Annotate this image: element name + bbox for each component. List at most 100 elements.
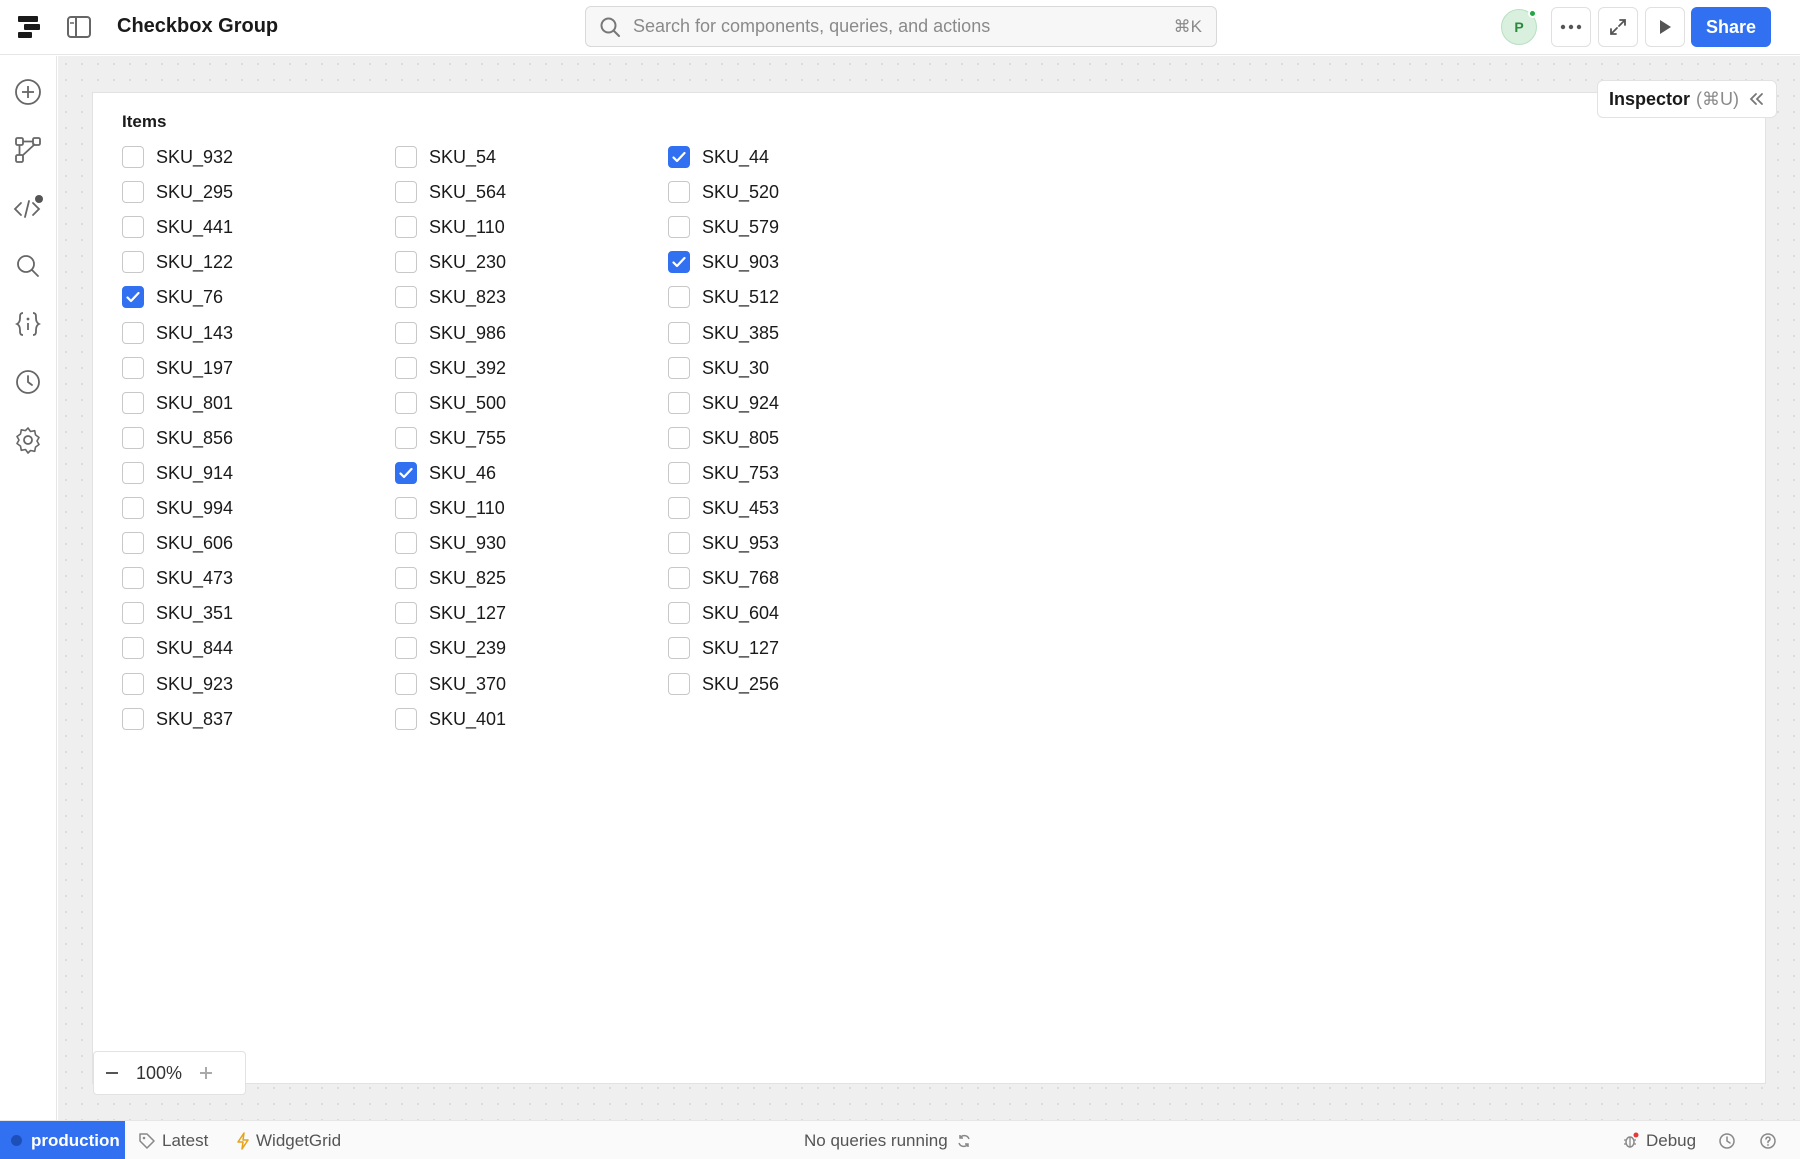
- checkbox-item[interactable]: SKU_76: [122, 284, 223, 310]
- checkbox-unchecked[interactable]: [122, 146, 144, 168]
- more-button[interactable]: [1551, 7, 1591, 47]
- checkbox-item[interactable]: SKU_30: [668, 355, 769, 381]
- workflow-button[interactable]: [13, 135, 43, 165]
- checkbox-item[interactable]: SKU_837: [122, 706, 233, 732]
- preview-button[interactable]: [1645, 7, 1685, 47]
- checkbox-item[interactable]: SKU_256: [668, 671, 779, 697]
- checkbox-unchecked[interactable]: [395, 427, 417, 449]
- history-status-button[interactable]: [1718, 1121, 1742, 1159]
- checkbox-unchecked[interactable]: [668, 567, 690, 589]
- zoom-out-button[interactable]: [94, 1055, 130, 1091]
- checkbox-item[interactable]: SKU_768: [668, 565, 779, 591]
- checkbox-unchecked[interactable]: [395, 216, 417, 238]
- checkbox-unchecked[interactable]: [122, 497, 144, 519]
- checkbox-item[interactable]: SKU_295: [122, 179, 233, 205]
- checkbox-item[interactable]: SKU_473: [122, 565, 233, 591]
- zoom-level[interactable]: 100%: [130, 1063, 188, 1084]
- app-logo-icon[interactable]: [16, 14, 44, 40]
- checkbox-unchecked[interactable]: [122, 637, 144, 659]
- checkbox-unchecked[interactable]: [395, 146, 417, 168]
- checkbox-unchecked[interactable]: [668, 532, 690, 554]
- checkbox-checked[interactable]: [668, 146, 690, 168]
- checkbox-item[interactable]: SKU_579: [668, 214, 779, 240]
- checkbox-item[interactable]: SKU_392: [395, 355, 506, 381]
- checkbox-item[interactable]: SKU_143: [122, 320, 233, 346]
- avatar[interactable]: P: [1501, 9, 1537, 45]
- checkbox-item[interactable]: SKU_930: [395, 530, 506, 556]
- checkbox-item[interactable]: SKU_564: [395, 179, 506, 205]
- checkbox-item[interactable]: SKU_825: [395, 565, 506, 591]
- checkbox-item[interactable]: SKU_122: [122, 249, 233, 275]
- search-bar[interactable]: Search for components, queries, and acti…: [585, 6, 1217, 47]
- share-button[interactable]: Share: [1691, 7, 1771, 47]
- checkbox-item[interactable]: SKU_239: [395, 635, 506, 661]
- checkbox-item[interactable]: SKU_500: [395, 390, 506, 416]
- checkbox-item[interactable]: SKU_604: [668, 600, 779, 626]
- checkbox-unchecked[interactable]: [668, 497, 690, 519]
- checkbox-unchecked[interactable]: [122, 462, 144, 484]
- checkbox-item[interactable]: SKU_924: [668, 390, 779, 416]
- checkbox-unchecked[interactable]: [395, 708, 417, 730]
- app-title[interactable]: Checkbox Group: [117, 15, 278, 38]
- checkbox-unchecked[interactable]: [122, 322, 144, 344]
- checkbox-item[interactable]: SKU_44: [668, 144, 769, 170]
- checkbox-item[interactable]: SKU_805: [668, 425, 779, 451]
- checkbox-unchecked[interactable]: [395, 602, 417, 624]
- checkbox-item[interactable]: SKU_127: [668, 635, 779, 661]
- checkbox-unchecked[interactable]: [122, 708, 144, 730]
- checkbox-item[interactable]: SKU_441: [122, 214, 233, 240]
- checkbox-unchecked[interactable]: [395, 637, 417, 659]
- checkbox-unchecked[interactable]: [668, 392, 690, 414]
- checkbox-item[interactable]: SKU_753: [668, 460, 779, 486]
- checkbox-item[interactable]: SKU_606: [122, 530, 233, 556]
- checkbox-checked[interactable]: [122, 286, 144, 308]
- checkbox-unchecked[interactable]: [668, 673, 690, 695]
- checkbox-item[interactable]: SKU_453: [668, 495, 779, 521]
- checkbox-item[interactable]: SKU_801: [122, 390, 233, 416]
- checkbox-unchecked[interactable]: [668, 602, 690, 624]
- checkbox-item[interactable]: SKU_914: [122, 460, 233, 486]
- checkbox-item[interactable]: SKU_401: [395, 706, 506, 732]
- checkbox-item[interactable]: SKU_755: [395, 425, 506, 451]
- checkbox-item[interactable]: SKU_370: [395, 671, 506, 697]
- checkbox-item[interactable]: SKU_351: [122, 600, 233, 626]
- checkbox-item[interactable]: SKU_823: [395, 284, 506, 310]
- checkbox-unchecked[interactable]: [668, 322, 690, 344]
- help-button[interactable]: [1759, 1121, 1783, 1159]
- checkbox-item[interactable]: SKU_903: [668, 249, 779, 275]
- checkbox-unchecked[interactable]: [395, 251, 417, 273]
- checkbox-unchecked[interactable]: [122, 567, 144, 589]
- checkbox-item[interactable]: SKU_994: [122, 495, 233, 521]
- code-button[interactable]: [13, 193, 43, 223]
- checkbox-item[interactable]: SKU_197: [122, 355, 233, 381]
- checkbox-unchecked[interactable]: [395, 532, 417, 554]
- checkbox-item[interactable]: SKU_127: [395, 600, 506, 626]
- checkbox-unchecked[interactable]: [668, 427, 690, 449]
- version-button[interactable]: Latest: [138, 1121, 208, 1159]
- checkbox-unchecked[interactable]: [395, 357, 417, 379]
- checkbox-unchecked[interactable]: [122, 181, 144, 203]
- checkbox-unchecked[interactable]: [122, 673, 144, 695]
- checkbox-item[interactable]: SKU_520: [668, 179, 779, 205]
- variables-button[interactable]: [13, 309, 43, 339]
- checkbox-unchecked[interactable]: [395, 181, 417, 203]
- widget-grid-button[interactable]: WidgetGrid: [236, 1121, 341, 1159]
- inspector-toggle[interactable]: Inspector (⌘U): [1597, 80, 1777, 118]
- checkbox-checked[interactable]: [395, 462, 417, 484]
- checkbox-item[interactable]: SKU_46: [395, 460, 496, 486]
- zoom-in-button[interactable]: [188, 1055, 224, 1091]
- checkbox-item[interactable]: SKU_986: [395, 320, 506, 346]
- checkbox-unchecked[interactable]: [122, 532, 144, 554]
- settings-button[interactable]: [13, 425, 43, 455]
- checkbox-unchecked[interactable]: [122, 216, 144, 238]
- checkbox-unchecked[interactable]: [668, 181, 690, 203]
- checkbox-item[interactable]: SKU_953: [668, 530, 779, 556]
- checkbox-unchecked[interactable]: [122, 357, 144, 379]
- search-rail-button[interactable]: [13, 251, 43, 281]
- checkbox-unchecked[interactable]: [668, 637, 690, 659]
- checkbox-item[interactable]: SKU_856: [122, 425, 233, 451]
- checkbox-unchecked[interactable]: [122, 251, 144, 273]
- checkbox-item[interactable]: SKU_110: [395, 214, 505, 240]
- checkbox-unchecked[interactable]: [395, 392, 417, 414]
- checkbox-item[interactable]: SKU_54: [395, 144, 496, 170]
